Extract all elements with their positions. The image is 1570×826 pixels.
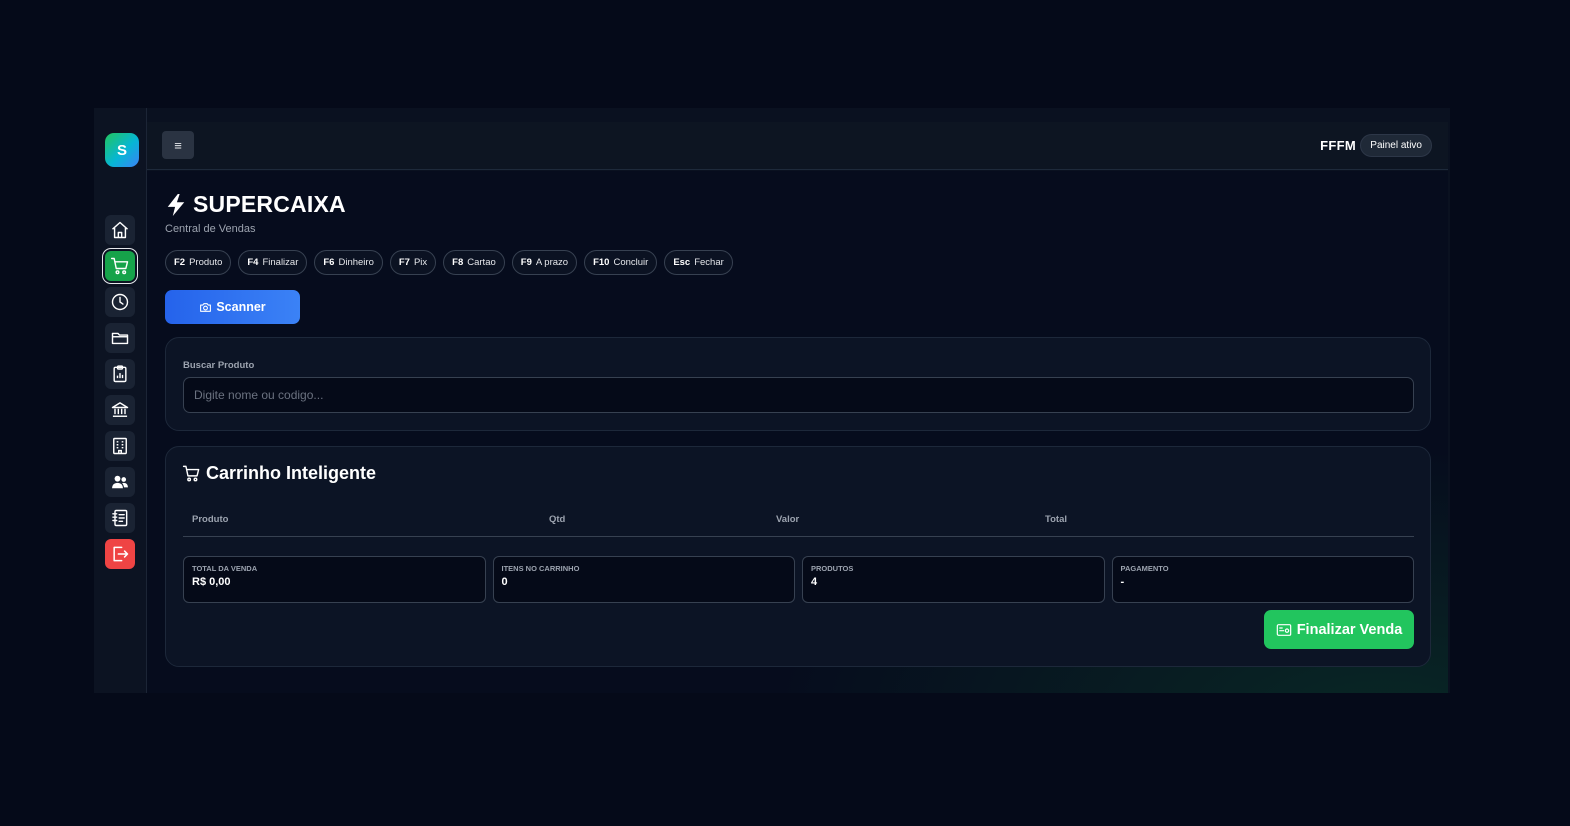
logout-icon — [113, 546, 129, 562]
stat-label: PAGAMENTO — [1120, 564, 1169, 573]
cart-card: Carrinho Inteligente Produto Qtd Valor T… — [165, 446, 1431, 667]
shortcut-chips: F2 Produto F4 Finalizar F6 Dinheiro F7 Pix F8 Car… — [165, 250, 733, 275]
stat-value: 4 — [811, 576, 818, 588]
user-name: FFFM — [1320, 138, 1356, 153]
shortcut-chip-f7[interactable]: F7 Pix — [389, 250, 437, 275]
scanner-button[interactable]: Scanner — [165, 290, 300, 324]
nav-home[interactable] — [105, 215, 135, 245]
shortcut-chip-esc[interactable]: Esc Fechar — [664, 250, 733, 275]
cart-title: Carrinho Inteligente — [182, 463, 376, 484]
shortcut-key: F9 — [520, 257, 532, 268]
cart-icon — [110, 257, 129, 275]
sidebar: S — [94, 108, 147, 693]
shortcut-label: Finalizar — [262, 257, 299, 268]
cart-icon — [182, 465, 200, 482]
page-title-text: SUPERCAIXA — [193, 191, 346, 217]
nav-company[interactable] — [105, 431, 135, 461]
column-header-total: Total — [1045, 514, 1067, 525]
shortcut-label: Produto — [189, 257, 223, 268]
status-badge: Painel ativo — [1360, 134, 1432, 157]
stat-label: TOTAL DA VENDA — [192, 564, 258, 573]
stat-label: PRODUTOS — [811, 564, 854, 573]
shortcut-key: F7 — [398, 257, 410, 268]
camera-icon — [200, 302, 212, 312]
cart-title-text: Carrinho Inteligente — [206, 463, 377, 483]
column-header-value: Valor — [776, 514, 800, 525]
home-icon — [112, 221, 128, 239]
nav-logout[interactable] — [105, 539, 135, 569]
stat-label: ITENS NO CARRINHO — [501, 564, 580, 573]
nav-customers[interactable] — [105, 467, 135, 497]
column-header-qty: Qtd — [549, 514, 566, 525]
nav-folders[interactable] — [105, 323, 135, 353]
clock-icon — [111, 293, 129, 311]
stat-value: - — [1120, 576, 1125, 588]
payment-icon — [1276, 623, 1291, 636]
shortcut-label: Pix — [413, 257, 428, 268]
shortcut-label: Concluir — [613, 257, 649, 268]
nav-reports[interactable] — [105, 359, 135, 389]
shortcut-key: F8 — [452, 257, 464, 268]
shortcut-chip-f6[interactable]: F6 Dinheiro — [314, 250, 383, 275]
building-icon — [113, 437, 127, 455]
scanner-button-label: Scanner — [216, 300, 266, 314]
column-header-product: Produto — [192, 514, 229, 525]
summary-stats: TOTAL DA VENDA R$ 0,00 ITENS NO CARRINHO… — [183, 556, 1414, 603]
search-input[interactable] — [183, 377, 1414, 413]
shortcut-label: Dinheiro — [338, 257, 374, 268]
nav-history[interactable] — [105, 287, 135, 317]
shortcut-key: F6 — [323, 257, 335, 268]
finalize-button-label: Finalizar Venda — [1296, 621, 1403, 638]
shortcut-chip-f8[interactable]: F8 Cartao — [443, 250, 505, 275]
stat-value: 0 — [501, 576, 508, 588]
shortcut-label: A prazo — [535, 257, 569, 268]
users-icon — [112, 475, 128, 489]
stat-payment: PAGAMENTO - — [1111, 556, 1414, 603]
shortcut-key: F4 — [247, 257, 259, 268]
shortcut-label: Fechar — [694, 257, 724, 268]
main-content: SUPERCAIXA Central de Vendas F2 Produto F4… — [147, 171, 1448, 693]
bank-icon — [111, 402, 129, 417]
menu-toggle-button[interactable]: ≡ — [162, 131, 194, 159]
shortcut-key: F2 — [174, 257, 186, 268]
shortcut-chip-f10[interactable]: F10 Concluir — [584, 250, 658, 275]
search-label: Buscar Produto — [183, 360, 255, 371]
shortcut-chip-f4[interactable]: F4 Finalizar — [238, 250, 308, 275]
topbar: ≡ FFFM Painel ativo — [147, 122, 1448, 170]
search-card: Buscar Produto — [165, 337, 1431, 431]
nav-sales[interactable] — [105, 251, 135, 281]
stat-value: R$ 0,00 — [192, 576, 231, 588]
cart-table-header: Produto Qtd Valor Total — [183, 513, 1414, 537]
nav-notes[interactable] — [105, 503, 135, 533]
shortcut-key: F10 — [593, 257, 610, 268]
stat-items: ITENS NO CARRINHO 0 — [492, 556, 795, 603]
shortcut-key: Esc — [673, 257, 691, 268]
clipboard-chart-icon — [113, 365, 127, 383]
stat-total: TOTAL DA VENDA R$ 0,00 — [183, 556, 486, 603]
page-title: SUPERCAIXA — [165, 191, 346, 218]
menu-icon: ≡ — [174, 137, 182, 153]
nav-finance[interactable] — [105, 395, 135, 425]
app-logo: S — [105, 133, 139, 167]
shortcut-chip-f9[interactable]: F9 A prazo — [511, 250, 578, 275]
folder-icon — [111, 332, 129, 345]
finalize-sale-button[interactable]: Finalizar Venda — [1264, 610, 1414, 649]
app-window: S ≡ FFFM Painel ativo SUPERCAIXA Central… — [94, 108, 1450, 693]
lightning-icon — [167, 193, 185, 216]
shortcut-label: Cartao — [467, 257, 496, 268]
stat-products: PRODUTOS 4 — [802, 556, 1105, 603]
page-subtitle: Central de Vendas — [165, 223, 256, 235]
journal-icon — [112, 509, 128, 527]
shortcut-chip-f2[interactable]: F2 Produto — [165, 250, 232, 275]
